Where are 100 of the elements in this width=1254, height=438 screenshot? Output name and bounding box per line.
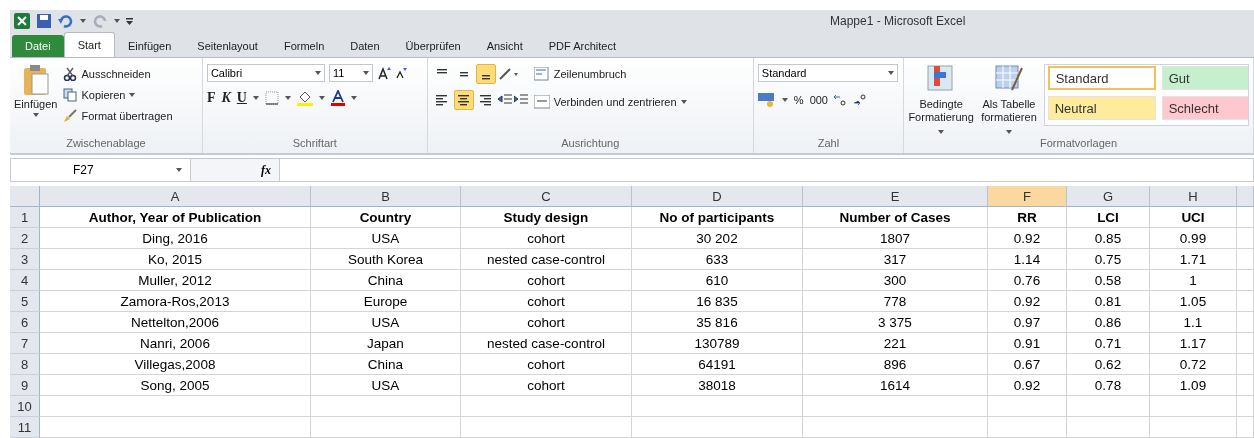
empty-cell[interactable] bbox=[1237, 375, 1254, 396]
bold-button[interactable]: F bbox=[206, 90, 216, 107]
empty-cell[interactable] bbox=[988, 417, 1067, 438]
empty-cell[interactable] bbox=[1237, 270, 1254, 291]
row-header[interactable]: 7 bbox=[10, 333, 40, 354]
percent-button[interactable]: % bbox=[793, 90, 804, 111]
row-header[interactable]: 1 bbox=[10, 207, 40, 228]
ribbon-tab[interactable]: Ansicht bbox=[473, 35, 536, 58]
fill-color-icon[interactable] bbox=[296, 90, 313, 107]
caret-icon[interactable] bbox=[80, 18, 86, 23]
empty-cell[interactable] bbox=[311, 417, 461, 438]
row-header[interactable]: 9 bbox=[10, 375, 40, 396]
column-header[interactable]: D bbox=[632, 186, 803, 207]
empty-cell[interactable] bbox=[1067, 417, 1150, 438]
excel-logo-icon[interactable] bbox=[14, 12, 30, 29]
borders-icon[interactable] bbox=[264, 91, 279, 106]
empty-cell[interactable] bbox=[1237, 396, 1254, 417]
row-header[interactable]: 6 bbox=[10, 312, 40, 333]
save-icon[interactable] bbox=[36, 12, 52, 29]
empty-cell[interactable] bbox=[1150, 396, 1237, 417]
paste-button[interactable]: Einfügen bbox=[14, 98, 58, 112]
caret-icon[interactable] bbox=[32, 113, 39, 118]
merge-cells-icon[interactable] bbox=[533, 95, 550, 110]
column-header[interactable]: H bbox=[1150, 186, 1237, 207]
empty-cell[interactable] bbox=[1067, 396, 1150, 417]
copy-button[interactable]: Kopieren bbox=[63, 85, 136, 106]
cell-style-swatch[interactable]: Gut bbox=[1161, 66, 1248, 91]
currency-icon[interactable] bbox=[757, 93, 776, 108]
row-header[interactable]: 11 bbox=[10, 417, 40, 438]
empty-cell[interactable] bbox=[1237, 291, 1254, 312]
ribbon-tab[interactable]: Seitenlayout bbox=[184, 35, 271, 58]
caret-icon[interactable] bbox=[318, 96, 325, 101]
conditional-formatting-button[interactable]: Bedingte Formatierung bbox=[908, 98, 975, 138]
cell-style-swatch[interactable]: Standard bbox=[1047, 66, 1156, 91]
underline-button[interactable]: U bbox=[236, 90, 247, 107]
caret-icon[interactable] bbox=[362, 71, 369, 76]
caret-icon[interactable] bbox=[114, 18, 120, 23]
undo-icon[interactable] bbox=[58, 12, 74, 29]
text-orientation-icon[interactable] bbox=[497, 67, 518, 82]
empty-cell[interactable] bbox=[1237, 354, 1254, 375]
empty-cell[interactable] bbox=[1237, 249, 1254, 270]
column-header[interactable]: F bbox=[988, 186, 1067, 207]
empty-cell[interactable] bbox=[632, 417, 803, 438]
caret-icon[interactable] bbox=[1005, 130, 1012, 135]
row-header[interactable]: 4 bbox=[10, 270, 40, 291]
format-painter-button[interactable]: Format übertragen bbox=[63, 106, 173, 127]
caret-icon[interactable] bbox=[284, 96, 291, 101]
column-header[interactable]: C bbox=[461, 186, 632, 207]
caret-icon[interactable] bbox=[887, 71, 894, 76]
empty-cell[interactable] bbox=[803, 396, 988, 417]
ribbon-tab[interactable]: Datei bbox=[12, 35, 64, 58]
empty-cell[interactable] bbox=[803, 417, 988, 438]
caret-icon[interactable] bbox=[680, 100, 687, 105]
caret-icon[interactable] bbox=[314, 71, 321, 76]
caret-icon[interactable] bbox=[781, 98, 788, 103]
empty-cell[interactable] bbox=[1237, 417, 1254, 438]
empty-cell[interactable] bbox=[1237, 312, 1254, 333]
empty-cell[interactable] bbox=[461, 396, 632, 417]
shrink-font-icon[interactable] bbox=[394, 67, 407, 80]
column-header[interactable]: E bbox=[803, 186, 988, 207]
empty-cell[interactable] bbox=[1237, 333, 1254, 354]
caret-icon[interactable] bbox=[129, 93, 136, 98]
number-format-field[interactable]: Standard bbox=[757, 64, 898, 83]
cut-button[interactable]: Ausschneiden bbox=[63, 64, 151, 85]
font-size-field[interactable]: 11 bbox=[328, 64, 373, 83]
row-header[interactable]: 2 bbox=[10, 228, 40, 249]
empty-cell[interactable] bbox=[1150, 417, 1237, 438]
thousands-button[interactable]: 000 bbox=[809, 90, 828, 111]
caret-icon[interactable] bbox=[938, 130, 945, 135]
increase-decimal-icon[interactable] bbox=[834, 93, 848, 108]
empty-cell[interactable] bbox=[988, 396, 1067, 417]
empty-cell[interactable] bbox=[1237, 228, 1254, 249]
format-as-table-button[interactable]: Als Tabelle formatieren bbox=[980, 98, 1038, 138]
decrease-decimal-icon[interactable] bbox=[854, 93, 868, 108]
ribbon-tab[interactable]: Formeln bbox=[270, 35, 338, 58]
ribbon-tab[interactable]: Überprüfen bbox=[392, 35, 474, 58]
grow-font-icon[interactable] bbox=[376, 66, 391, 81]
italic-button[interactable]: K bbox=[221, 90, 231, 107]
merge-center-button[interactable]: Verbinden und zentrieren bbox=[533, 92, 687, 113]
cell-style-swatch[interactable]: Schlecht bbox=[1161, 96, 1248, 121]
ribbon-tab[interactable]: Daten bbox=[337, 35, 393, 58]
empty-cell[interactable] bbox=[461, 417, 632, 438]
ribbon-tab[interactable]: Start bbox=[63, 32, 115, 58]
caret-icon[interactable] bbox=[252, 96, 259, 101]
row-header[interactable]: 5 bbox=[10, 291, 40, 312]
row-header[interactable]: 3 bbox=[10, 249, 40, 270]
clipboard-icon[interactable] bbox=[21, 64, 50, 97]
font-name-field[interactable]: Calibri bbox=[206, 64, 325, 83]
column-header[interactable]: A bbox=[40, 186, 311, 207]
ribbon-tab[interactable]: Einfügen bbox=[114, 35, 185, 58]
empty-cell[interactable] bbox=[311, 396, 461, 417]
cell-style-swatch[interactable]: Neutral bbox=[1047, 96, 1156, 121]
font-color-icon[interactable] bbox=[330, 90, 345, 107]
caret-icon[interactable] bbox=[350, 96, 357, 101]
scissors-icon[interactable] bbox=[63, 67, 78, 82]
brush-icon[interactable] bbox=[63, 109, 78, 124]
wrap-text-button[interactable]: Zeilenumbruch bbox=[533, 64, 627, 85]
column-header[interactable]: G bbox=[1067, 186, 1150, 207]
ribbon-tab[interactable]: PDF Architect bbox=[535, 35, 629, 58]
column-header[interactable]: B bbox=[311, 186, 461, 207]
